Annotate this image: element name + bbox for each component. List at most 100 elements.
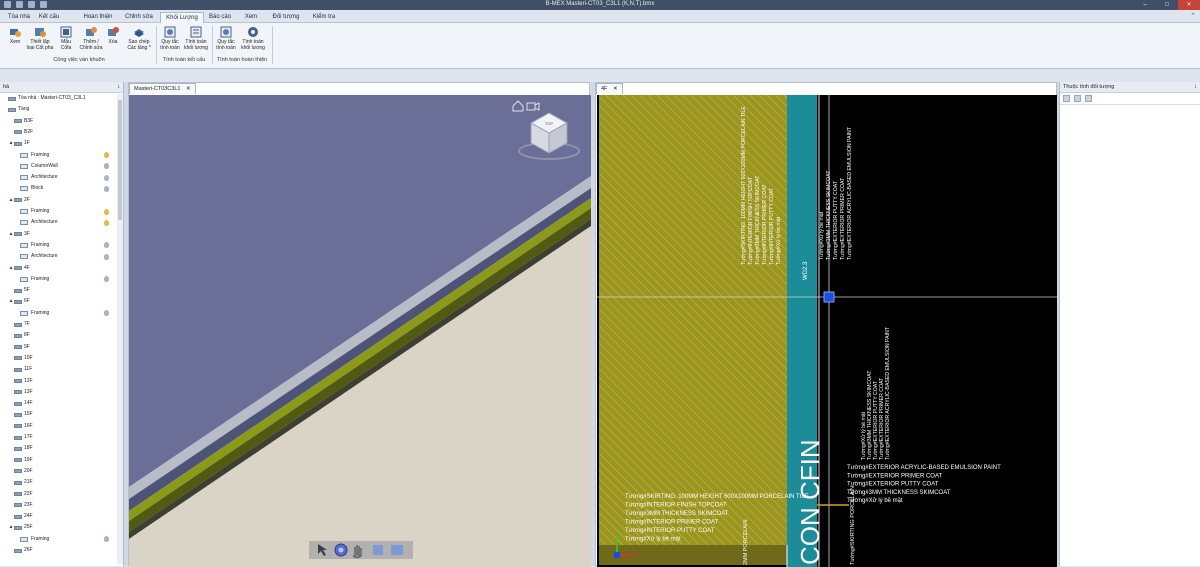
tab-khoi-luong[interactable]: Khối Lượng [160, 12, 204, 23]
tree-node[interactable]: Framing [0, 309, 49, 318]
visibility-bulb-icon[interactable] [104, 152, 109, 158]
pin-icon[interactable]: ↓ [1194, 82, 1197, 93]
tree-node[interactable]: 12F [0, 377, 33, 386]
tree-node[interactable]: 8F [0, 331, 30, 340]
categorized-icon[interactable] [1063, 95, 1070, 102]
tab-4f[interactable]: 4F ✕ [596, 83, 623, 94]
template-button[interactable]: Mẫu Cốfa [56, 26, 76, 51]
tree-node[interactable]: 23F [0, 501, 33, 510]
zoom-icon[interactable] [373, 545, 383, 555]
cursor-snap-marker[interactable] [823, 291, 835, 303]
tree-node-label: Architecture [31, 253, 58, 260]
tree-node[interactable]: 19F [0, 456, 33, 465]
calc-rule-label: Quy tắc tính toán [160, 39, 180, 51]
tree-scrollbar[interactable] [117, 94, 123, 564]
scrollbar-thumb[interactable] [118, 100, 122, 220]
visibility-bulb-icon[interactable] [104, 276, 109, 283]
add-edit-button[interactable]: Thêm / Chỉnh sửa [78, 26, 104, 51]
fit-icon[interactable] [391, 545, 403, 555]
tree-node[interactable]: ▲ 2F [0, 196, 30, 205]
tree-node[interactable]: B2F [0, 128, 33, 137]
visibility-bulb-icon[interactable] [104, 174, 109, 181]
tree-node[interactable]: Architecture [0, 252, 58, 261]
3d-viewport[interactable]: TOP [129, 95, 591, 567]
visibility-bulb-icon[interactable] [104, 253, 109, 260]
tree-node[interactable]: Architecture [0, 173, 58, 182]
visibility-bulb-icon[interactable] [104, 208, 109, 215]
tree-node[interactable]: Framing [0, 207, 49, 216]
tree-node[interactable]: 13F [0, 388, 33, 397]
tab-bao-cao[interactable]: Báo cáo [206, 12, 234, 23]
delete-button[interactable]: Xóa [104, 26, 122, 46]
minimize-button[interactable]: – [1134, 0, 1156, 10]
tree-node-label: 21F [24, 479, 33, 486]
tree-node[interactable]: 22F [0, 490, 33, 499]
tab-ket-cau[interactable]: Kết cấu [36, 12, 62, 23]
collapse-ribbon-icon[interactable]: ⌃ [1190, 12, 1196, 20]
tree-node[interactable]: ▲ 3F [0, 230, 30, 239]
tab-xem[interactable]: Xem [240, 12, 262, 23]
close-tab-icon[interactable]: ✕ [613, 86, 618, 92]
tree-node[interactable]: 14F [0, 399, 33, 408]
tree-node[interactable]: Tòa nhà : Masteri-CT03_C3L1 [0, 94, 86, 103]
finish-calc-volume-button[interactable]: Tính toán khối lượng [238, 26, 268, 51]
tree-node[interactable]: 7F [0, 320, 30, 329]
floor-icon [14, 390, 22, 395]
tree-node[interactable]: 5F [0, 286, 30, 295]
visibility-bulb-icon[interactable] [104, 185, 109, 192]
tree-node[interactable]: B3F [0, 117, 33, 126]
pin-icon[interactable]: ↓ [117, 82, 120, 93]
tree-node[interactable]: Framing [0, 151, 49, 160]
layer-icon [20, 152, 28, 158]
tab-chinh-sua[interactable]: Chỉnh sửa [122, 12, 156, 23]
tree-node[interactable]: Framing [0, 241, 49, 250]
tree-node-label: 2F [24, 196, 30, 203]
tree-node[interactable]: Framing [0, 535, 49, 544]
visibility-bulb-icon[interactable] [104, 242, 109, 249]
visibility-bulb-icon[interactable] [104, 536, 109, 543]
tree-node[interactable]: Architecture [0, 218, 58, 227]
tab-hoan-thien[interactable]: Hoàn thiện [80, 12, 116, 23]
tree-node[interactable]: ▲ 1F [0, 139, 30, 148]
finish-calc-rule-button[interactable]: Quy tắc tính toán [214, 26, 238, 51]
tree-node[interactable]: 24F [0, 512, 33, 521]
tree-node[interactable]: Block [0, 184, 43, 193]
tab-toa-nha[interactable]: Tòa nhà [6, 12, 32, 23]
visibility-bulb-icon[interactable] [104, 219, 109, 226]
cad-viewport[interactable]: WD2.3 CON CFIN 2MM PORCELAIN Tường#SKIRT… [597, 95, 1057, 567]
tree-node[interactable]: 26F [0, 546, 33, 555]
close-button[interactable]: ✕ [1178, 0, 1200, 10]
copy-floors-button[interactable]: Sao chép Các tầng * [124, 26, 154, 51]
view-button[interactable]: Xem [4, 26, 26, 46]
maximize-button[interactable]: □ [1156, 0, 1178, 10]
tree-node[interactable]: 10F [0, 354, 33, 363]
property-pages-icon[interactable] [1085, 95, 1092, 102]
tree-node[interactable]: 21F [0, 478, 33, 487]
alphabetical-icon[interactable] [1074, 95, 1081, 102]
tree-node[interactable]: ▲ 6F [0, 297, 30, 306]
tree-node[interactable]: 17F [0, 433, 33, 442]
tree-node[interactable]: ▲ 4F [0, 264, 30, 273]
tree-node[interactable]: 18F [0, 444, 33, 453]
tree-node-label: 1F [24, 140, 30, 147]
tree-node[interactable]: 15F [0, 410, 33, 419]
tab-doi-tuong[interactable]: Đối tượng [268, 12, 304, 23]
close-tab-icon[interactable]: ✕ [186, 86, 191, 92]
tab-3d-view[interactable]: Masteri-CT03C3L1 ✕ [129, 83, 196, 94]
tree-node-label: 6F [24, 298, 30, 305]
calc-volume-button[interactable]: Tính toán khối lượng [182, 26, 210, 51]
tree-node[interactable]: Tầng [0, 105, 29, 114]
tree-node[interactable]: ColumnWall [0, 162, 58, 171]
tree-node[interactable]: Framing [0, 275, 49, 284]
tree-node[interactable]: 20F [0, 467, 33, 476]
visibility-bulb-icon[interactable] [104, 310, 109, 317]
tree-node[interactable]: 16F [0, 422, 33, 431]
formwork-setup-button[interactable]: Thiết lập loại Cốt pha [26, 26, 54, 51]
floor-icon [14, 379, 22, 383]
visibility-bulb-icon[interactable] [104, 163, 109, 170]
tree-node[interactable]: 9F [0, 343, 30, 352]
tree-node[interactable]: 11F [0, 365, 32, 374]
tab-kiem-tra[interactable]: Kiểm tra [308, 12, 340, 23]
calc-rule-button[interactable]: Quy tắc tính toán [158, 26, 182, 51]
tree-node[interactable]: ▲ 25F [0, 523, 33, 532]
